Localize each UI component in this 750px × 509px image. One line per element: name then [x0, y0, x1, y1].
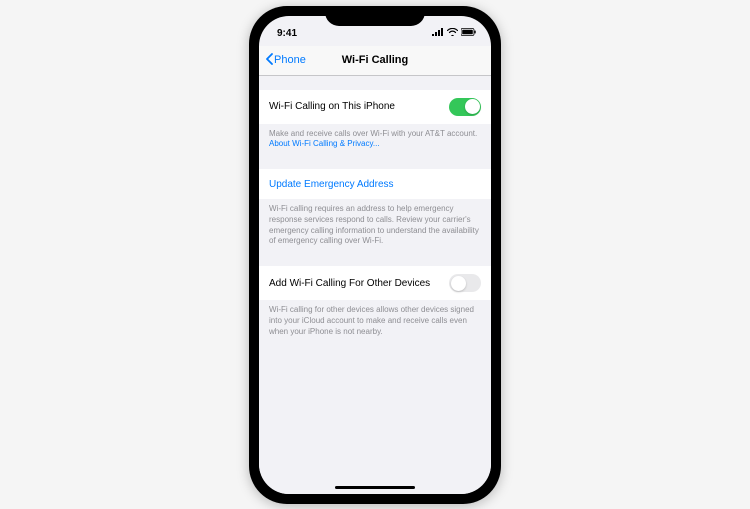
device-screen: 9:41 Phone Wi-Fi Calling [259, 16, 491, 494]
chevron-left-icon [265, 53, 274, 68]
row-label: Update Emergency Address [269, 179, 481, 190]
status-time: 9:41 [271, 28, 297, 39]
back-button[interactable]: Phone [265, 53, 306, 68]
section-footer: Wi-Fi calling for other devices allows o… [259, 300, 491, 342]
toggle-knob [465, 99, 480, 114]
toggle-knob [451, 276, 466, 291]
row-add-wifi-calling-other-devices[interactable]: Add Wi-Fi Calling For Other Devices [259, 266, 491, 300]
wifi-icon [447, 28, 458, 39]
row-update-emergency-address[interactable]: Update Emergency Address [259, 169, 491, 199]
page-title: Wi-Fi Calling [342, 54, 409, 66]
home-indicator[interactable] [335, 486, 415, 489]
other-devices-toggle[interactable] [449, 274, 481, 292]
navigation-bar: Phone Wi-Fi Calling [259, 46, 491, 76]
back-label: Phone [274, 54, 306, 66]
device-notch [325, 6, 425, 26]
section-footer: Wi-Fi calling requires an address to hel… [259, 199, 491, 252]
row-label: Wi-Fi Calling on This iPhone [269, 101, 449, 112]
wifi-calling-toggle[interactable] [449, 98, 481, 116]
status-indicators [432, 28, 479, 39]
section-footer: Make and receive calls over Wi-Fi with y… [259, 124, 491, 156]
about-wifi-privacy-link[interactable]: About Wi-Fi Calling & Privacy... [269, 139, 380, 148]
cellular-signal-icon [432, 28, 444, 39]
iphone-device-frame: 9:41 Phone Wi-Fi Calling [249, 6, 501, 504]
row-wifi-calling-this-iphone[interactable]: Wi-Fi Calling on This iPhone [259, 90, 491, 124]
row-label: Add Wi-Fi Calling For Other Devices [269, 278, 449, 289]
section-emergency-address: Update Emergency Address Wi-Fi calling r… [259, 169, 491, 252]
battery-icon [461, 28, 477, 39]
footer-description: Make and receive calls over Wi-Fi with y… [269, 129, 477, 138]
content-area[interactable]: Wi-Fi Calling on This iPhone Make and re… [259, 76, 491, 494]
section-other-devices: Add Wi-Fi Calling For Other Devices Wi-F… [259, 266, 491, 342]
section-wifi-calling: Wi-Fi Calling on This iPhone Make and re… [259, 90, 491, 156]
